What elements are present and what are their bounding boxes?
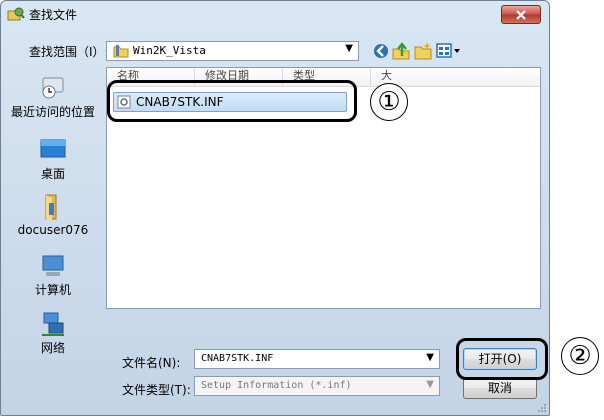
look-in-value: Win2K_Vista	[133, 44, 206, 57]
place-computer[interactable]: 计算机	[7, 253, 99, 298]
callout-number-2: ②	[561, 337, 599, 375]
file-type-label: 文件类型(T):	[122, 383, 191, 397]
place-desktop[interactable]: 桌面	[7, 137, 99, 182]
chevron-down-icon: ▼	[426, 379, 434, 390]
column-size[interactable]: 大	[371, 68, 431, 86]
new-folder-icon[interactable]	[413, 41, 433, 61]
callout-number-1: ①	[370, 83, 408, 121]
place-label: 网络	[40, 341, 65, 355]
back-icon[interactable]	[371, 41, 391, 61]
network-icon	[42, 312, 64, 336]
place-label: docuser076	[17, 223, 89, 237]
place-user[interactable]: docuser076	[7, 193, 99, 237]
places-bar: 最近访问的位置 桌面 docuser076 计算机 网络	[7, 67, 99, 373]
chevron-down-icon: ▼	[426, 352, 434, 363]
recent-places-icon	[42, 77, 64, 99]
up-folder-icon[interactable]	[391, 41, 411, 61]
place-label: 最近访问的位置	[10, 105, 95, 119]
callout-highlight-file	[107, 80, 357, 122]
title-bar[interactable]: 查找文件	[1, 1, 549, 27]
view-menu-icon[interactable]	[435, 41, 461, 61]
file-name-value: CNAB7STK.INF	[201, 353, 274, 364]
resize-grip-icon[interactable]	[537, 403, 547, 413]
place-recent[interactable]: 最近访问的位置	[7, 75, 99, 120]
file-type-value: Setup Information (*.inf)	[201, 380, 352, 391]
window-title: 查找文件	[29, 8, 78, 22]
look-in-dropdown[interactable]: Win2K_Vista ▼	[106, 41, 359, 61]
file-name-label: 文件名(N):	[122, 356, 181, 370]
look-in-row: 查找范围（I）: Win2K_Vista ▼	[1, 39, 549, 63]
place-label: 桌面	[40, 167, 65, 181]
close-icon	[516, 9, 526, 20]
computer-icon	[42, 255, 64, 276]
look-in-label: 查找范围（I）:	[29, 45, 109, 59]
file-type-select[interactable]: Setup Information (*.inf) ▼	[194, 376, 440, 396]
chevron-down-icon: ▼	[345, 43, 353, 54]
cancel-button[interactable]: 取消	[463, 377, 537, 399]
desktop-icon	[40, 139, 66, 158]
close-button[interactable]	[501, 5, 541, 24]
find-file-app-icon	[7, 7, 25, 21]
place-network[interactable]: 网络	[7, 311, 99, 356]
file-name-input[interactable]: CNAB7STK.INF ▼	[194, 349, 440, 369]
place-label: 计算机	[34, 283, 71, 297]
callout-highlight-open	[456, 338, 548, 380]
user-folder-icon	[45, 194, 57, 221]
folder-icon	[113, 45, 129, 58]
